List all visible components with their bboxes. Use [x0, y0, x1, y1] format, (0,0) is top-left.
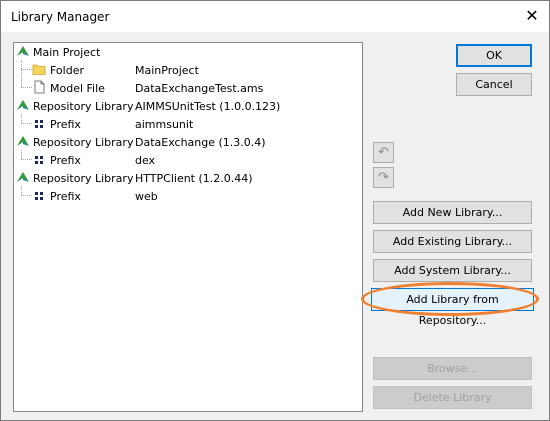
- add-new-library-button[interactable]: Add New Library...: [373, 201, 532, 224]
- tree-row-repository-library[interactable]: Repository Library AIMMSUnitTest (1.0.0.…: [14, 97, 362, 115]
- library-icon: [16, 170, 30, 184]
- tree-row-label: Repository Library: [33, 136, 134, 149]
- file-icon: [32, 80, 46, 94]
- tree-row-label: Prefix: [50, 118, 81, 131]
- tree-row-label: Prefix: [50, 154, 81, 167]
- tree-row-label: Prefix: [50, 190, 81, 203]
- delete-library-button[interactable]: Delete Library: [373, 386, 532, 409]
- tree-row-folder[interactable]: Folder MainProject: [14, 61, 362, 79]
- add-library-from-repository-button[interactable]: Add Library from Repository...: [371, 288, 534, 327]
- tree-row-label: Model File: [50, 82, 105, 95]
- tree-row-value: HTTPClient (1.2.0.44): [135, 172, 253, 185]
- folder-icon: [32, 62, 46, 76]
- tree-row-value: MainProject: [135, 64, 199, 77]
- tree-row-label: Main Project: [33, 46, 101, 59]
- tree-row-value: dex: [135, 154, 156, 167]
- prefix-icon: [32, 152, 46, 166]
- library-tree[interactable]: Main Project Folder MainProject Model Fi…: [13, 42, 363, 412]
- aimms-project-icon: [16, 44, 30, 58]
- title-bar: Library Manager ✕: [1, 1, 549, 32]
- ok-button[interactable]: OK: [456, 44, 532, 67]
- tree-row-value: DataExchangeTest.ams: [135, 82, 264, 95]
- prefix-icon: [32, 116, 46, 130]
- tree-row-prefix[interactable]: Prefix dex: [14, 151, 362, 169]
- undo-arrow-icon: ↶: [378, 145, 389, 160]
- tree-row-model-file[interactable]: Model File DataExchangeTest.ams: [14, 79, 362, 97]
- library-icon: [16, 134, 30, 148]
- tree-row-label: Repository Library: [33, 100, 134, 113]
- tree-row-label: Repository Library: [33, 172, 134, 185]
- cancel-button[interactable]: Cancel: [456, 73, 532, 96]
- add-system-library-button[interactable]: Add System Library...: [373, 259, 532, 282]
- tree-row-repository-library[interactable]: Repository Library HTTPClient (1.2.0.44): [14, 169, 362, 187]
- tree-row-prefix[interactable]: Prefix aimmsunit: [14, 115, 362, 133]
- prefix-icon: [32, 188, 46, 202]
- tree-row-value: DataExchange (1.3.0.4): [135, 136, 266, 149]
- tree-row-main-project[interactable]: Main Project: [14, 43, 362, 61]
- tree-row-prefix[interactable]: Prefix web: [14, 187, 362, 205]
- browse-button[interactable]: Browse...: [373, 357, 532, 380]
- dialog-title: Library Manager: [11, 10, 110, 24]
- tree-row-repository-library[interactable]: Repository Library DataExchange (1.3.0.4…: [14, 133, 362, 151]
- tree-row-label: Folder: [50, 64, 84, 77]
- tree-row-value: aimmsunit: [135, 118, 194, 131]
- tree-row-value: web: [135, 190, 158, 203]
- tree-row-value: AIMMSUnitTest (1.0.0.123): [135, 100, 281, 113]
- close-button[interactable]: ✕: [523, 7, 541, 25]
- move-down-button[interactable]: ↷: [373, 167, 394, 188]
- library-icon: [16, 98, 30, 112]
- add-existing-library-button[interactable]: Add Existing Library...: [373, 230, 532, 253]
- redo-arrow-icon: ↷: [378, 170, 389, 185]
- move-up-button[interactable]: ↶: [373, 142, 394, 163]
